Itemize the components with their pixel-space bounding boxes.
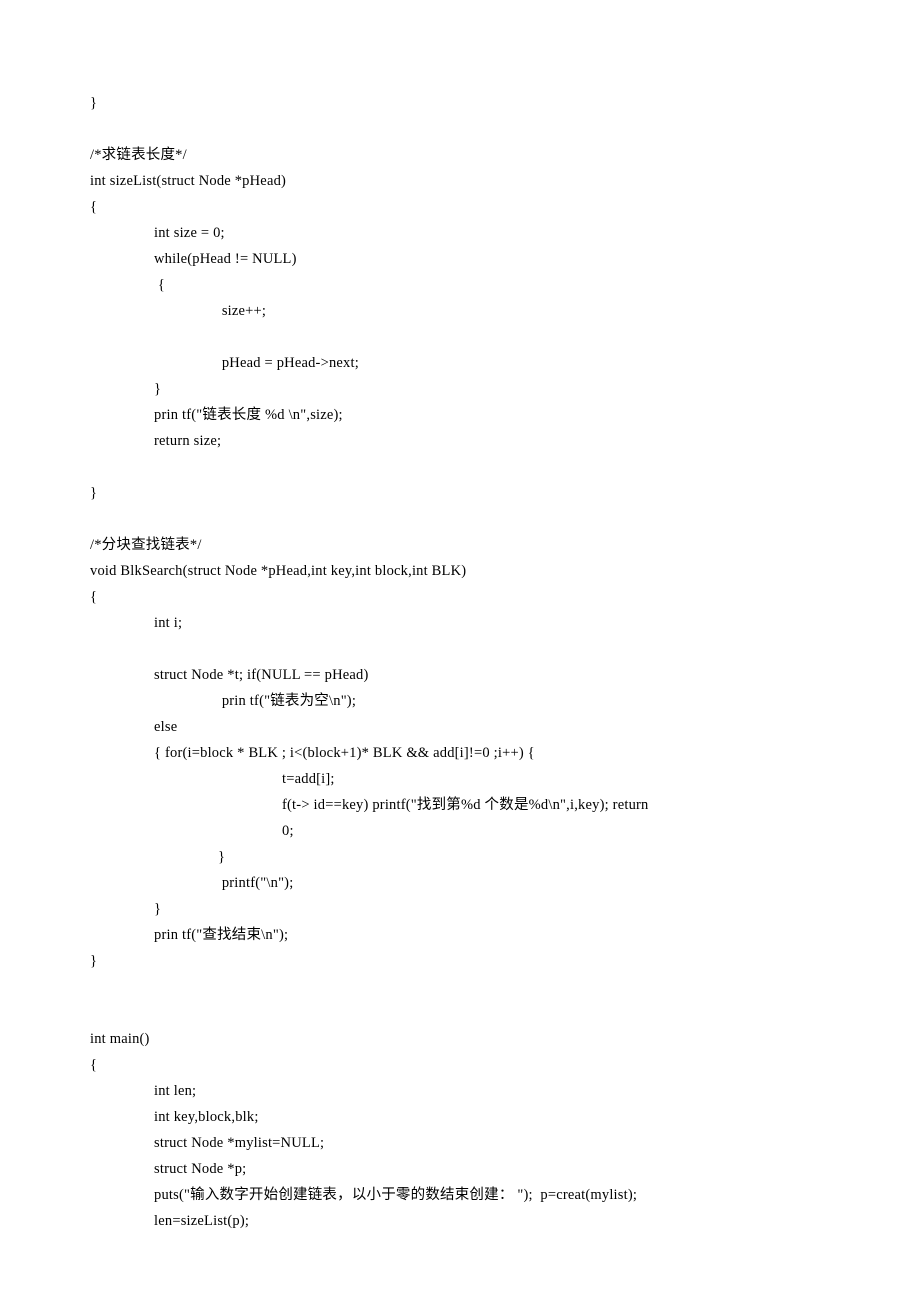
blank-line bbox=[90, 1000, 830, 1026]
code-line: } bbox=[90, 90, 830, 116]
code-line: printf("\n"); bbox=[90, 870, 830, 896]
code-line: size++; bbox=[90, 298, 830, 324]
code-line: else bbox=[90, 714, 830, 740]
code-line: f(t-> id==key) printf("找到第%d 个数是%d\n",i,… bbox=[90, 792, 830, 818]
code-line: { bbox=[90, 272, 830, 298]
code-line: /*分块查找链表*/ bbox=[90, 532, 830, 558]
code-line: 0; bbox=[90, 818, 830, 844]
blank-line bbox=[90, 116, 830, 142]
code-line: } bbox=[90, 480, 830, 506]
code-line: prin tf("查找结束\n"); bbox=[90, 922, 830, 948]
code-line: int key,block,blk; bbox=[90, 1104, 830, 1130]
code-line: len=sizeList(p); bbox=[90, 1208, 830, 1234]
code-document: } /*求链表长度*/int sizeList(struct Node *pHea… bbox=[0, 0, 920, 1294]
code-line: while(pHead != NULL) bbox=[90, 246, 830, 272]
code-line: } bbox=[90, 844, 830, 870]
blank-line bbox=[90, 324, 830, 350]
code-line: int len; bbox=[90, 1078, 830, 1104]
code-line: void BlkSearch(struct Node *pHead,int ke… bbox=[90, 558, 830, 584]
code-line: return size; bbox=[90, 428, 830, 454]
code-line: int sizeList(struct Node *pHead) bbox=[90, 168, 830, 194]
code-line: prin tf("链表为空\n"); bbox=[90, 688, 830, 714]
code-line: struct Node *mylist=NULL; bbox=[90, 1130, 830, 1156]
code-line: int main() bbox=[90, 1026, 830, 1052]
blank-line bbox=[90, 454, 830, 480]
blank-line bbox=[90, 636, 830, 662]
code-line: prin tf("链表长度 %d \n",size); bbox=[90, 402, 830, 428]
code-line: int i; bbox=[90, 610, 830, 636]
code-line: } bbox=[90, 896, 830, 922]
code-line: { bbox=[90, 1052, 830, 1078]
code-line: struct Node *p; bbox=[90, 1156, 830, 1182]
code-line: struct Node *t; if(NULL == pHead) bbox=[90, 662, 830, 688]
code-line: puts("输入数字开始创建链表，以小于零的数结束创建： "); p=creat… bbox=[90, 1182, 830, 1208]
code-line: { bbox=[90, 194, 830, 220]
code-line: { for(i=block * BLK ; i<(block+1)* BLK &… bbox=[90, 740, 830, 766]
code-line: /*求链表长度*/ bbox=[90, 142, 830, 168]
code-line: { bbox=[90, 584, 830, 610]
code-line: } bbox=[90, 948, 830, 974]
code-line: t=add[i]; bbox=[90, 766, 830, 792]
blank-line bbox=[90, 974, 830, 1000]
blank-line bbox=[90, 506, 830, 532]
code-line: } bbox=[90, 376, 830, 402]
code-line: pHead = pHead->next; bbox=[90, 350, 830, 376]
code-line: int size = 0; bbox=[90, 220, 830, 246]
